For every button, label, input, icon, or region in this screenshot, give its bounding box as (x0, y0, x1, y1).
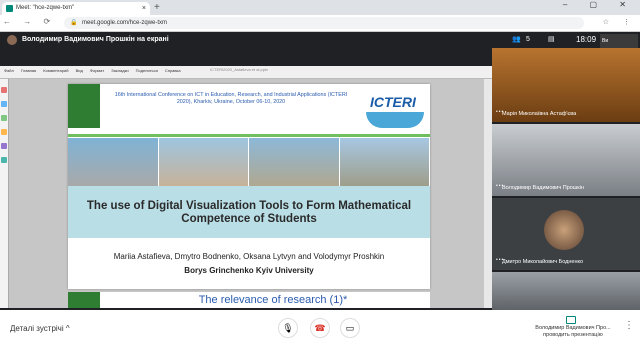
scrollbar[interactable] (484, 79, 492, 308)
icteri-logo: ICTERI (370, 94, 416, 110)
presenter-avatar (7, 35, 17, 45)
browser-toolbar: ← → ⟳ 🔒 meet.google.com/hce-zqwe-txm ☆ ⋮ (0, 15, 640, 32)
meeting-details-label: Деталі зустрічі (10, 324, 64, 333)
participant-name: Дмитро Миколайович Бодненко (502, 259, 584, 265)
more-options-icon[interactable]: ⋮ (624, 320, 634, 331)
ppt-window-title: ICTERI2020_Astafieva et al.pptx (210, 67, 269, 72)
browser-tab[interactable]: Meet: "hce-zqwe-txm" × (2, 2, 150, 15)
meet-bottom-bar: Деталі зустрічі ^ 🎙 ☎ ▭ Володимир Вадимо… (0, 310, 640, 345)
campus-photos (68, 138, 430, 186)
meet-favicon-icon (6, 5, 13, 12)
lock-icon: 🔒 (70, 20, 78, 26)
campus-photo (339, 138, 430, 186)
url-text: meet.google.com/hce-zqwe-txm (82, 20, 168, 26)
present-screen-icon (566, 316, 576, 324)
toolbar-icons[interactable]: ☆ ⋮ (603, 18, 636, 26)
tool-icon (1, 87, 7, 93)
tab-close-icon[interactable]: × (142, 2, 146, 15)
participant-tile[interactable]: ••• Марія Миколаївна Астаф'єва (492, 48, 640, 122)
ppt-menubar: Файл Главная Комментарий Вид Формат Закл… (0, 66, 492, 79)
participant-tile[interactable]: ••• Володимир Вадимович Прошкін (492, 124, 640, 196)
campus-photo (249, 138, 340, 186)
microphone-icon: 🎙 (282, 323, 294, 333)
ppt-side-toolbar (0, 79, 9, 308)
participant-avatar (544, 210, 584, 250)
participant-tile[interactable] (492, 272, 640, 310)
green-divider (68, 134, 430, 137)
new-tab-button[interactable]: + (154, 2, 160, 13)
tool-icon (1, 115, 7, 121)
participant-name: Марія Миколаївна Астаф'єва (502, 111, 577, 117)
nav-buttons[interactable]: ← → ⟳ (3, 17, 55, 26)
chevron-up-icon: ^ (65, 324, 70, 333)
window-controls[interactable]: – ▢ ✕ (563, 0, 636, 9)
self-label: Ви (602, 38, 609, 44)
participant-name: Володимир Вадимович Прошкін (502, 185, 584, 191)
meet-top-bar: Володимир Вадимович Прошкін на екрані 👥 … (0, 32, 640, 48)
chat-icon[interactable]: ▤ (548, 32, 555, 48)
camera-icon: ▭ (345, 323, 355, 333)
next-slide-preview: The relevance of research (1)* (68, 292, 430, 308)
microphone-button[interactable]: 🎙 (278, 318, 298, 338)
university-logo (68, 84, 100, 128)
tab-title: Meet: "hce-zqwe-txm" (16, 5, 75, 11)
slide-title: The use of Digital Visualization Tools t… (86, 200, 412, 225)
camera-button[interactable]: ▭ (340, 318, 360, 338)
hangup-button[interactable]: ☎ (310, 318, 330, 338)
next-slide-title: The relevance of research (1)* (198, 294, 348, 306)
participants-count: 5 (526, 36, 530, 43)
campus-photo (68, 138, 159, 186)
tool-icon (1, 129, 7, 135)
icteri-logo-bg (366, 112, 424, 128)
presenter-banner: Володимир Вадимович Прошкін на екрані (22, 36, 169, 43)
ppt-menu: Файл Главная Комментарий Вид Формат Закл… (4, 68, 181, 73)
shared-screen: Файл Главная Комментарий Вид Формат Закл… (0, 66, 492, 308)
tool-icon (1, 101, 7, 107)
tool-icon (1, 143, 7, 149)
slide-authors: Mariia Astafieva, Dmytro Bodnenko, Oksan… (113, 252, 385, 261)
hangup-icon: ☎ (314, 323, 326, 333)
tool-icon (1, 157, 7, 163)
participant-tile[interactable]: ••• Дмитро Миколайович Бодненко (492, 198, 640, 270)
self-view-thumbnail[interactable]: Ви (600, 34, 638, 48)
campus-photo (158, 138, 249, 186)
presenting-status[interactable]: Володимир Вадимович Про... проводить пре… (530, 325, 616, 339)
meeting-details-button[interactable]: Деталі зустрічі ^ (10, 324, 70, 333)
conference-info: 16th International Conference on ICT in … (114, 92, 348, 105)
presentation-slide: 16th International Conference on ICT in … (68, 84, 430, 289)
university-logo (68, 292, 100, 308)
address-bar[interactable]: 🔒 meet.google.com/hce-zqwe-txm (64, 17, 584, 29)
clock-time: 18:09 (576, 35, 597, 44)
slide-university: Borys Grinchenko Kyiv University (184, 266, 314, 275)
people-icon[interactable]: 👥 (512, 32, 521, 48)
